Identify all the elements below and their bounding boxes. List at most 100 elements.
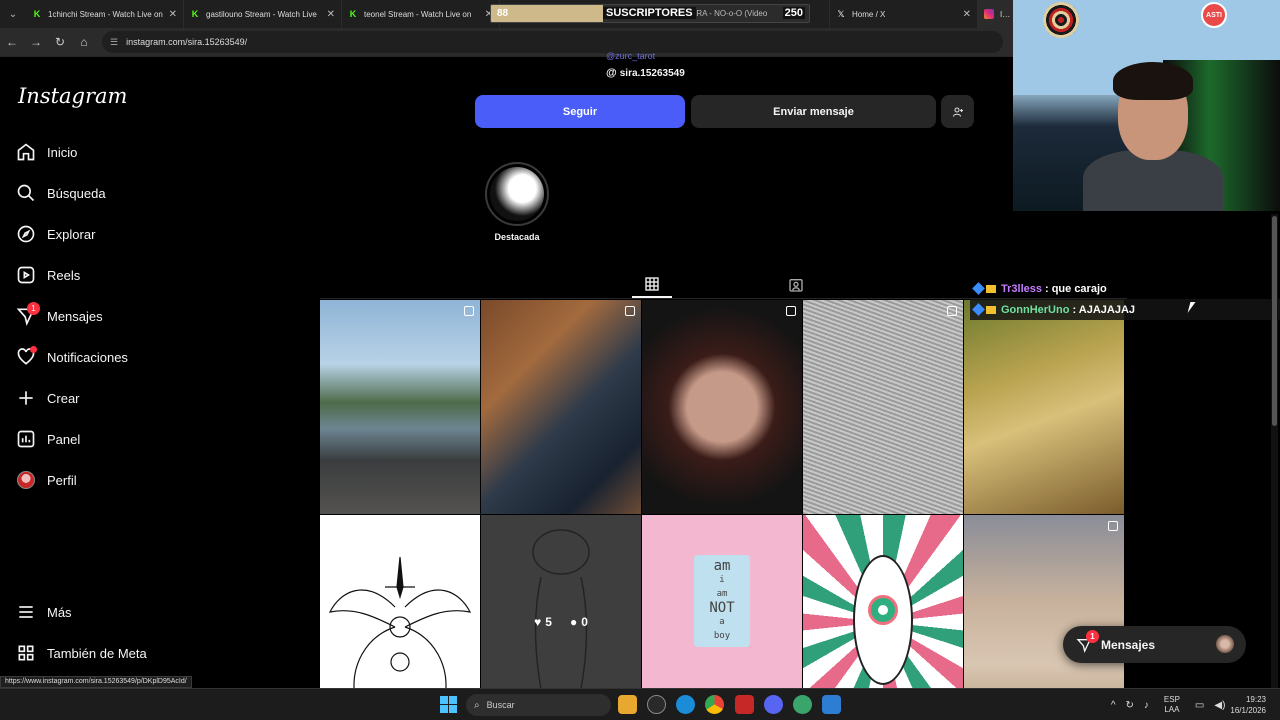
- post-text-line: NOT: [709, 600, 735, 616]
- app-icon[interactable]: [647, 695, 666, 714]
- back-icon[interactable]: ←: [0, 28, 24, 56]
- tab-title: 1chinchi Stream - Watch Live on: [48, 9, 163, 19]
- browser-tab-active[interactable]: Insta: [978, 0, 1018, 28]
- instagram-logo[interactable]: Instagram: [18, 84, 127, 108]
- sidebar-item-notificaciones[interactable]: Notificaciones: [14, 341, 128, 373]
- app-icon[interactable]: [735, 695, 754, 714]
- instagram-icon: [984, 9, 994, 19]
- follow-button[interactable]: Seguir: [475, 95, 685, 128]
- tab-title: gastilouno Stream - Watch Live: [206, 9, 317, 19]
- stream-chat-overlay: Tr3lless : que carajo GonnHerUno : AJAJA…: [970, 278, 1280, 320]
- edge-icon[interactable]: [676, 695, 695, 714]
- browser-tab[interactable]: K gastilouno Stream - Watch Live ✕: [184, 0, 342, 28]
- tab-title: Insta: [1000, 9, 1011, 19]
- post-text-line: am: [716, 589, 728, 599]
- tab-posts[interactable]: [632, 272, 672, 298]
- x-icon: 𝕏: [837, 8, 845, 19]
- threads-link[interactable]: @ sira.15263549: [606, 67, 685, 79]
- close-icon[interactable]: ✕: [327, 9, 335, 20]
- post-thumbnail[interactable]: [964, 300, 1124, 514]
- subscriber-goal-label: SUSCRIPTORES: [603, 7, 696, 19]
- mic-icon[interactable]: ♪: [1144, 700, 1149, 711]
- reload-icon[interactable]: ↻: [48, 28, 72, 56]
- kick-icon: K: [191, 9, 199, 19]
- chat-text: : que carajo: [1044, 282, 1107, 295]
- sidebar-item-reels[interactable]: Reels: [14, 259, 80, 291]
- comments-count: ● 0: [570, 615, 588, 629]
- post-text-line: boy: [713, 631, 731, 641]
- sync-icon[interactable]: ↻: [1126, 700, 1134, 711]
- page-scrollbar[interactable]: [1271, 214, 1278, 688]
- subscriber-goal-bar: 88 ARA - NO-o-O (Video SUSCRIPTORES 250: [490, 4, 810, 23]
- dashboard-icon: [14, 427, 38, 451]
- app-icon[interactable]: [822, 695, 841, 714]
- tab-search-button[interactable]: ⌄: [0, 0, 26, 28]
- clock-date: 16/1/2026: [1230, 706, 1266, 715]
- taskbar-search[interactable]: ⌕ Buscar: [466, 694, 611, 716]
- close-icon[interactable]: ✕: [963, 9, 971, 20]
- streamer-hair: [1113, 62, 1193, 100]
- close-icon[interactable]: ✕: [169, 9, 177, 20]
- sidebar-item-mas[interactable]: Más: [14, 596, 72, 628]
- sidebar-item-perfil[interactable]: Perfil: [14, 464, 77, 496]
- browser-tab[interactable]: 𝕏 Home / X ✕: [830, 0, 978, 28]
- post-text-line: a: [719, 617, 725, 627]
- post-image-text: am i am NOT a boy: [694, 555, 750, 647]
- app-icon[interactable]: [793, 695, 812, 714]
- sidebar-item-meta[interactable]: También de Meta: [14, 637, 147, 669]
- browser-tab[interactable]: K 1chinchi Stream - Watch Live on ✕: [26, 0, 184, 28]
- post-thumbnail[interactable]: [320, 515, 480, 688]
- forward-icon[interactable]: →: [24, 28, 48, 56]
- badge-icon: [972, 282, 985, 295]
- lang-line: LAA: [1164, 705, 1180, 714]
- windows-start-icon[interactable]: [440, 696, 457, 713]
- post-thumbnail[interactable]: [803, 300, 963, 514]
- sidebar-item-mensajes[interactable]: 1 Mensajes: [14, 300, 103, 332]
- file-explorer-icon[interactable]: [618, 695, 637, 714]
- network-icon[interactable]: ▭: [1195, 700, 1204, 711]
- kick-icon: K: [349, 9, 357, 19]
- heart-icon: [14, 345, 38, 369]
- chrome-icon[interactable]: [705, 695, 724, 714]
- carousel-icon: [464, 306, 474, 316]
- scrollbar-thumb[interactable]: [1272, 216, 1277, 426]
- sidebar-item-panel[interactable]: Panel: [14, 423, 80, 455]
- sidebar-item-explorar[interactable]: Explorar: [14, 218, 95, 250]
- sidebar: Instagram Inicio Búsqueda Explorar Reels…: [0, 56, 245, 688]
- sidebar-item-inicio[interactable]: Inicio: [14, 136, 77, 168]
- webcam-overlay: ASTI: [1013, 0, 1280, 211]
- browser-tab[interactable]: K teonel Stream - Watch Live on ✕: [342, 0, 500, 28]
- avatar: [1216, 635, 1234, 653]
- linked-handle[interactable]: @zurc_tarot: [606, 51, 655, 61]
- site-settings-icon[interactable]: ☰: [110, 37, 118, 48]
- sidebar-item-label: Más: [47, 604, 72, 620]
- suggested-users-button[interactable]: [941, 95, 974, 128]
- language-indicator[interactable]: ESP LAA: [1164, 695, 1180, 715]
- chevron-up-icon[interactable]: ^: [1111, 700, 1116, 711]
- volume-icon[interactable]: ◀): [1214, 700, 1225, 711]
- post-thumbnail[interactable]: [481, 300, 641, 514]
- tab-title: Home / X: [852, 9, 886, 19]
- discord-icon[interactable]: [764, 695, 783, 714]
- post-thumbnail[interactable]: am i am NOT a boy: [642, 515, 802, 688]
- post-thumbnail[interactable]: [803, 515, 963, 688]
- tab-tagged[interactable]: [776, 272, 816, 298]
- lang-line: ESP: [1163, 695, 1180, 704]
- comments-value: 0: [581, 615, 588, 629]
- notification-badge: 1: [27, 302, 40, 315]
- story-highlight[interactable]: [485, 162, 549, 226]
- clock[interactable]: 19:23 16/1/2026: [1230, 694, 1266, 716]
- sidebar-item-busqueda[interactable]: Búsqueda: [14, 177, 106, 209]
- address-bar[interactable]: ☰ instagram.com/sira.15263549/: [102, 31, 1003, 53]
- post-thumbnail[interactable]: [320, 300, 480, 514]
- send-message-button[interactable]: Enviar mensaje: [691, 95, 936, 128]
- kick-icon: K: [33, 9, 41, 19]
- chat-message: Tr3lless : que carajo: [970, 278, 1280, 299]
- sidebar-item-crear[interactable]: Crear: [14, 382, 80, 414]
- reels-icon: [14, 263, 38, 287]
- messages-pill-button[interactable]: 1 Mensajes: [1063, 626, 1246, 663]
- post-thumbnail[interactable]: ♥ 5 ● 0: [481, 515, 641, 688]
- home-browser-icon[interactable]: ⌂: [72, 28, 96, 56]
- sidebar-item-label: Mensajes: [47, 308, 103, 324]
- post-thumbnail[interactable]: [642, 300, 802, 514]
